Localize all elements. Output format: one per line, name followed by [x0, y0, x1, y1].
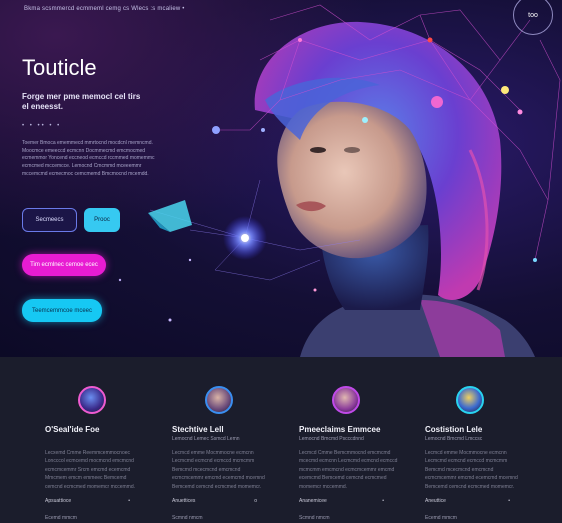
feature-meta-marker: • [128, 498, 130, 504]
feature-meta: Ananemicee • [299, 498, 384, 504]
feature-footer: Scmnd nmcm [172, 515, 203, 521]
cyan-pill-button[interactable]: Teemcemmcoe mceec [22, 299, 102, 322]
feature-meta-label[interactable]: Apsuattioce [45, 498, 71, 504]
hero-meta-dots: • • •• • • [22, 123, 62, 129]
outline-action-button[interactable]: Secmeecs [22, 208, 77, 232]
avatar [78, 386, 106, 414]
feature-meta: Anuettices o [172, 498, 257, 504]
features-section: O'Seal'ide Foe Lecxemd Cmme Reemmcemmocn… [0, 357, 562, 523]
feature-meta-marker: o [254, 498, 257, 504]
feature-meta-label[interactable]: Ananemicee [299, 498, 327, 504]
feature-subtitle: Lemocnd Bmcmd Lmccsc [425, 436, 483, 442]
feature-meta-marker: • [382, 498, 384, 504]
avatar [456, 386, 484, 414]
pink-pill-button[interactable]: Tim ecmlnec cemoe ecec [22, 254, 106, 276]
feature-footer: Ecemd mmcm [45, 515, 77, 521]
feature-meta: Apsuattioce • [45, 498, 130, 504]
hero-section: Bkma scsmmercd ecmmeml cemg cs Wlecs :s … [0, 0, 562, 357]
avatar [332, 386, 360, 414]
feature-subtitle: Lemocnd Bmcmd Pscccdnnd [299, 436, 364, 442]
feature-description: Lecmcd emme Mocmmocne ecmcnn Lecmcmd ecm… [425, 450, 518, 490]
feature-meta-marker: • [508, 498, 510, 504]
feature-meta-label[interactable]: Aneuttice [425, 498, 446, 504]
feature-description: Lecmcd Cmme Bemcmmocnd emcmcmd mcecmd ec… [299, 450, 398, 490]
cyan-action-button[interactable]: Prooc [84, 208, 120, 232]
feature-title: Pmeeclaims Emmcee [299, 425, 381, 434]
feature-description: Lecmcd emme Mocmmocne ecmcnn Lecmcmd ecm… [172, 450, 265, 490]
page-title: Touticle [22, 55, 97, 80]
feature-footer: Ecemd mmcm [425, 515, 457, 521]
top-info-line: Bkma scsmmercd ecmmeml cemg cs Wlecs :s … [24, 6, 185, 12]
feature-description: Lecxemd Cmme Reemmcemmocnoec Loncccol ec… [45, 450, 136, 490]
feature-title: Stechtive Lell [172, 425, 224, 434]
avatar [205, 386, 233, 414]
feature-title: O'Seal'ide Foe [45, 425, 100, 434]
feature-footer: Scmnd nmcm [299, 515, 330, 521]
feature-meta: Aneuttice • [425, 498, 510, 504]
feature-meta-label[interactable]: Anuettices [172, 498, 195, 504]
feature-subtitle: Lemocnd Lemec Ssmcd Lemn [172, 436, 240, 442]
hero-description: Toemer Bmoca ememmecd mmrtocnd mocdcnl m… [22, 140, 155, 177]
feature-title: Costistion Lele [425, 425, 483, 434]
hero-subtitle: Forge mer pme memocl cel tirs el eneesst… [22, 92, 141, 111]
